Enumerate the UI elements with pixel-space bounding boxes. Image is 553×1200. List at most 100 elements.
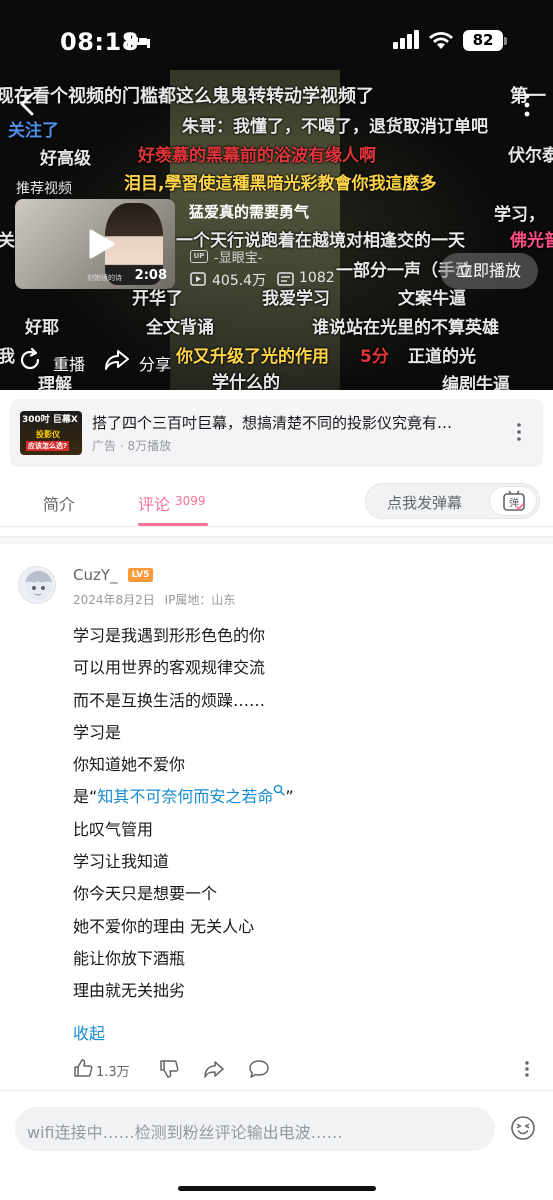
danmaku-input-placeholder: 点我发弹幕 xyxy=(387,494,463,512)
video-duration: 2:08 xyxy=(134,268,167,283)
tab-intro[interactable]: 简介 xyxy=(43,491,75,515)
ad-title: 搭了四个三百吋巨幕，想搞清楚不同的投影仪究竟有… xyxy=(92,414,453,432)
wifi-icon xyxy=(429,32,453,49)
comment-input-bar: wifi连接中……检测到粉丝评论输出电波…… xyxy=(0,1090,553,1200)
quote-close: ” xyxy=(285,787,294,807)
up-badge: UP xyxy=(190,250,208,263)
danmaku-item: 你又升级了光的作用 xyxy=(176,347,329,367)
danmaku-item: 谁说站在光里的不算英雄 xyxy=(312,318,499,338)
battery-tip xyxy=(504,37,507,45)
danmaku-send-input[interactable]: 点我发弹幕 弹 xyxy=(365,483,540,519)
share-button[interactable]: 分享 xyxy=(139,351,171,375)
play-now-button[interactable]: 立即播放 xyxy=(440,253,538,289)
comment-meta: 2024年8月2日 IP属地：山东 xyxy=(73,591,235,608)
danmaku-item: 好耶 xyxy=(25,318,59,338)
tab-comments[interactable]: 评论 xyxy=(138,491,170,515)
comment-line: 能让你放下酒瓶 xyxy=(73,948,186,968)
danmaku-item: 伏尔泰 xyxy=(508,146,553,166)
recommended-video-title[interactable]: 猛爱真的需要勇气 xyxy=(189,201,309,222)
danmaku-count: 1082 xyxy=(299,270,335,286)
search-icon[interactable] xyxy=(273,784,286,797)
comment-line: 学习让我知道 xyxy=(73,852,170,872)
play-count: 405.4万 xyxy=(212,273,267,289)
ad-thumb-text: 投影仪 xyxy=(36,430,60,439)
comment-line-text: 是 xyxy=(73,787,90,807)
comment-line: 学习是我遇到形形色色的你 xyxy=(73,626,266,645)
ad-card[interactable]: 300吋 巨幕X 投影仪 应该怎么选? 搭了四个三百吋巨幕，想搞清楚不同的投影仪… xyxy=(10,399,543,467)
level-badge: LV5 xyxy=(128,568,153,582)
danmaku-item: 好羡慕的黑幕前的浴波有缘人啊 xyxy=(138,146,376,166)
forward-icon[interactable] xyxy=(203,1059,225,1079)
avatar[interactable] xyxy=(18,566,56,604)
danmaku-item: 正道的光 xyxy=(408,347,476,367)
danmaku-item: 关注了 xyxy=(8,121,59,141)
comment-username[interactable]: CuzY_ xyxy=(73,566,118,584)
comment-line-with-link: 是“知其不可奈何而安之若命” xyxy=(73,781,513,813)
play-count-icon xyxy=(190,272,206,286)
danmaku-item: 现在看个视频的门槛都这么鬼鬼转转动学视频了 xyxy=(0,86,374,107)
emoji-icon[interactable] xyxy=(510,1115,536,1141)
more-options-icon[interactable] xyxy=(516,422,522,442)
collapse-button[interactable]: 收起 xyxy=(73,1020,105,1044)
thumbs-down-icon[interactable] xyxy=(159,1059,179,1079)
sleep-focus-icon xyxy=(128,34,150,48)
share-icon[interactable] xyxy=(104,348,130,372)
danmaku-toggle-button[interactable]: 弹 xyxy=(489,486,537,516)
battery-indicator: 82 xyxy=(463,30,503,51)
danmaku-item: 好高级 xyxy=(40,149,91,169)
comment-actions: 1.3万 xyxy=(73,1058,543,1082)
ad-thumb-text: 300吋 巨幕X xyxy=(22,415,78,425)
home-indicator xyxy=(178,1186,376,1191)
uploader-name[interactable]: -显眼宝- xyxy=(214,247,262,266)
reply-icon[interactable] xyxy=(248,1059,270,1079)
danmaku-item: 学什么的 xyxy=(212,373,280,390)
active-tab-indicator xyxy=(138,523,208,526)
danmaku-item: 关 xyxy=(0,231,15,251)
danmaku-toggle-icon: 弹 xyxy=(503,490,525,511)
danmaku-item: 编剧牛逼 xyxy=(442,375,510,390)
replay-button[interactable]: 重播 xyxy=(53,351,85,375)
danmaku-item: 泪目,學習使這種黑暗光彩教會你我這麼多 xyxy=(124,174,437,194)
comment-line: 比叹气管用 xyxy=(73,819,154,839)
ad-meta: 广告 · 8万播放 xyxy=(92,439,172,453)
comment-line: 你知道她不爱你 xyxy=(73,755,186,775)
danmaku-item: 我爱学习 xyxy=(262,289,330,309)
comment-line: 可以用世界的客观规律交流 xyxy=(73,658,266,678)
comments-count: 3099 xyxy=(175,494,206,508)
back-icon[interactable] xyxy=(14,90,42,118)
comment-text: 学习是我遇到形形色色的你 可以用世界的客观规律交流 而不是互换生活的烦躁…… 学… xyxy=(73,620,513,1008)
comment-line: 学习是 xyxy=(73,722,122,742)
avatar-image xyxy=(25,570,52,600)
search-keyword-link[interactable]: 知其不可奈何而安之若命 xyxy=(97,787,273,806)
replay-icon[interactable] xyxy=(18,348,42,372)
thumbnail-watermark: 刻她很的诗 xyxy=(87,274,122,282)
cellular-signal-icon xyxy=(393,30,419,49)
danmaku-item: 全文背诵 xyxy=(146,318,214,338)
like-count: 1.3万 xyxy=(96,1065,130,1080)
danmaku-item: 佛光普 xyxy=(510,231,553,251)
danmaku-item: 5分 xyxy=(360,347,389,367)
ad-thumb-text: 应该怎么选? xyxy=(26,441,70,451)
comment-input[interactable]: wifi连接中……检测到粉丝评论输出电波…… xyxy=(15,1107,495,1151)
comment-line: 理由就无关拙劣 xyxy=(73,981,186,1001)
comment-line: 她不爱你的理由 无关人心 xyxy=(73,916,255,936)
thumbs-up-icon[interactable] xyxy=(73,1058,93,1078)
more-options-icon[interactable] xyxy=(524,1060,530,1078)
comment-line: 而不是互换生活的烦躁…… xyxy=(73,690,266,710)
recommend-label: 推荐视频 xyxy=(16,181,72,197)
danmaku-item: 我 xyxy=(0,347,15,367)
tab-bar: 简介 评论 3099 点我发弹幕 弹 xyxy=(0,477,553,527)
status-bar: 08:18 82 xyxy=(0,0,553,80)
comment-location: IP属地：山东 xyxy=(164,593,236,607)
comment-input-placeholder: wifi连接中……检测到粉丝评论输出电波…… xyxy=(27,1123,343,1142)
recommended-video-thumbnail[interactable]: 刻她很的诗 2:08 xyxy=(15,199,175,289)
comment-line: 你今天只是想要一个 xyxy=(73,884,218,904)
video-player[interactable]: 08:18 82 现在看个视频的门槛都这么鬼鬼转转动学视频了 第一 关注了 朱哥… xyxy=(0,0,553,390)
section-divider xyxy=(0,536,553,544)
danmaku-count-icon xyxy=(277,272,294,286)
play-icon xyxy=(89,229,115,259)
ad-thumbnail: 300吋 巨幕X 投影仪 应该怎么选? xyxy=(20,411,82,455)
danmaku-item: 朱哥：我懂了，不喝了，退货取消订单吧 xyxy=(182,117,488,137)
more-options-icon[interactable] xyxy=(522,92,532,118)
comment-date: 2024年8月2日 xyxy=(73,593,155,607)
